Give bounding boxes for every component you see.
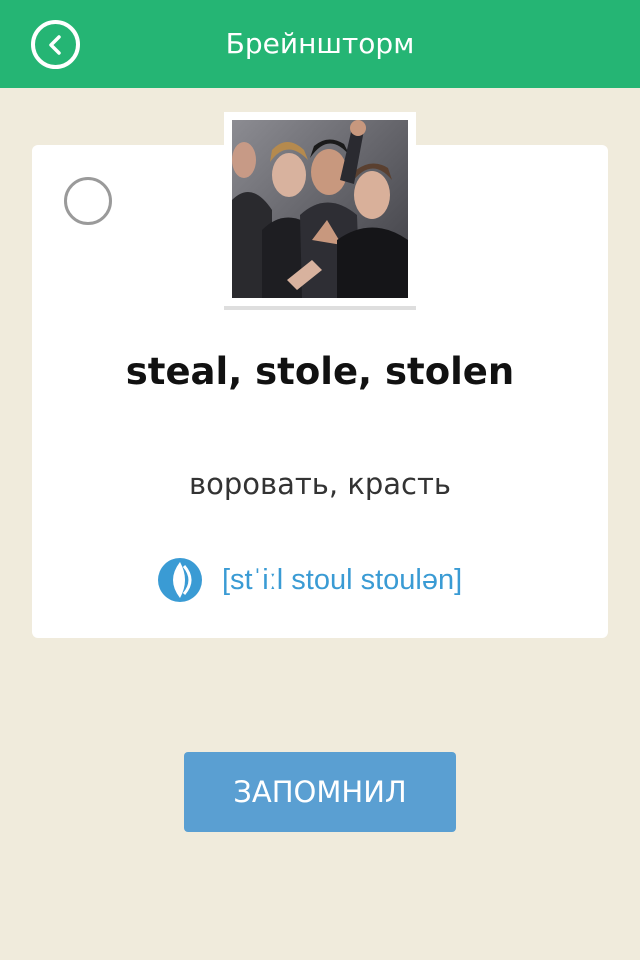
page-title: Брейншторм xyxy=(225,27,415,60)
speaker-icon[interactable] xyxy=(156,556,204,604)
translation-text: воровать, красть xyxy=(189,467,451,501)
pronunciation-row: [stˈiːl stoul stoulən] xyxy=(156,555,462,605)
select-radio[interactable] xyxy=(64,177,112,225)
remember-button[interactable]: ЗАПОМНИЛ xyxy=(184,752,456,832)
word-text: steal, stole, stolen xyxy=(125,350,515,393)
transcription-text: [stˈiːl stoul stoulən] xyxy=(222,563,463,596)
word-image-frame xyxy=(224,112,416,310)
word-image xyxy=(232,120,408,298)
top-bar: Брейншторм xyxy=(0,0,640,88)
